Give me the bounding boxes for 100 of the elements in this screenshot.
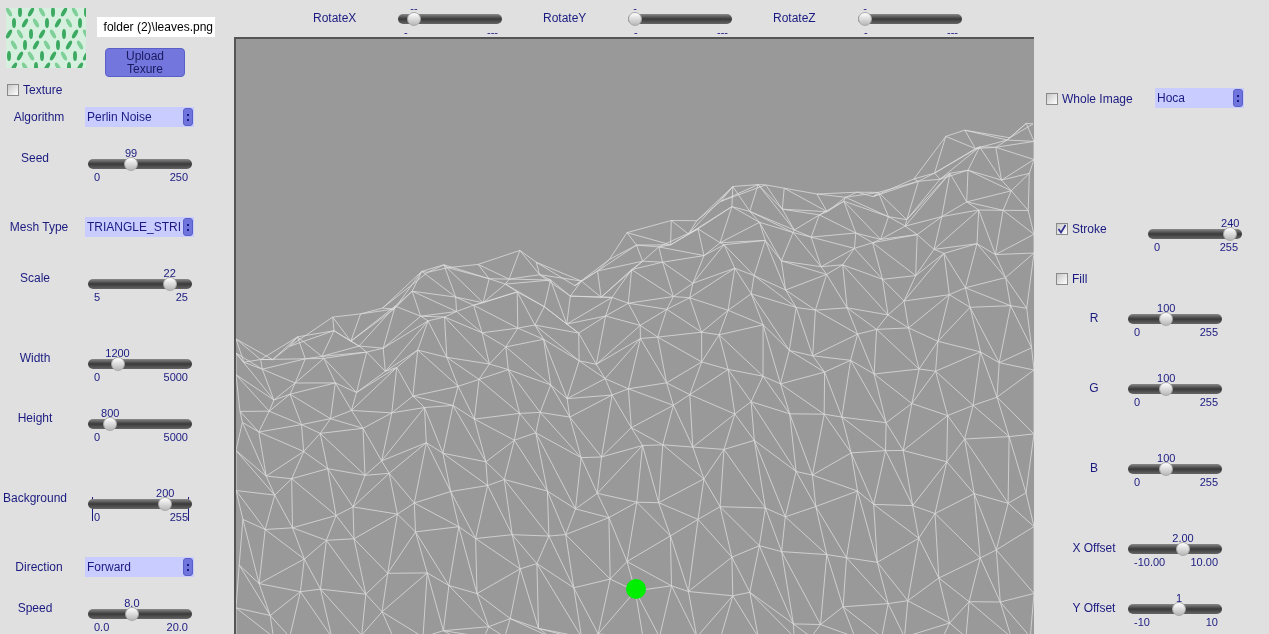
dropdown-dots-icon[interactable] <box>183 558 193 576</box>
slider-track[interactable] <box>88 419 192 429</box>
slider-max-label: 250 <box>169 171 188 183</box>
slider-min-label: -10.00 <box>1134 556 1166 568</box>
slider-max-label: 5000 <box>163 431 188 443</box>
dropdown-dots-icon[interactable] <box>183 108 193 126</box>
slider-thumb[interactable] <box>1159 312 1174 326</box>
slider-value: 1200 <box>105 347 130 359</box>
slider-track[interactable] <box>88 499 192 509</box>
slider-max-label: 10.00 <box>1190 556 1218 568</box>
slider-thumb[interactable] <box>124 157 138 171</box>
slider-thumb[interactable] <box>1172 602 1186 616</box>
slider-min-label: - <box>404 26 408 38</box>
slider-min-label: - <box>634 26 638 38</box>
slider-track[interactable] <box>1128 314 1222 324</box>
checkbox[interactable]: Stroke <box>1056 220 1107 238</box>
slider-min-label: 0 <box>94 371 101 383</box>
slider-value: 200 <box>156 487 175 499</box>
slider-thumb[interactable] <box>1223 227 1238 241</box>
slider-track[interactable] <box>88 609 192 619</box>
file-path-field[interactable]: folder (2)\leaves.png <box>97 17 215 37</box>
slider-max-label: 5000 <box>163 371 188 383</box>
control-label: RotateY <box>543 11 587 25</box>
slider-max-label: 255 <box>1199 326 1218 338</box>
dropdown-dots-icon[interactable] <box>1233 89 1243 107</box>
dropdown[interactable]: Perlin Noise <box>85 107 194 127</box>
slider-min-label: 5 <box>94 291 101 303</box>
upload-button[interactable]: Upload Texure <box>105 48 185 77</box>
slider-thumb[interactable] <box>858 12 872 26</box>
slider-max-label: 255 <box>169 511 188 523</box>
slider-max-label: 255 <box>1199 476 1218 488</box>
slider-thumb[interactable] <box>162 277 177 291</box>
control-label: Width <box>18 351 52 365</box>
slider-value: 100 <box>1157 302 1176 314</box>
slider-min-label: -10 <box>1134 616 1150 628</box>
control-label: Y Offset <box>1071 601 1117 615</box>
dropdown-dots-icon[interactable] <box>183 218 193 236</box>
slider-min-label: 0 <box>94 511 101 523</box>
slider-track[interactable] <box>858 14 962 24</box>
slider-thumb[interactable] <box>628 12 642 26</box>
control-label: Speed <box>16 601 54 615</box>
control-label: X Offset <box>1071 541 1117 555</box>
control-label: B <box>1089 461 1099 475</box>
control-label: Scale <box>19 271 51 285</box>
slider-max-label: 255 <box>1199 396 1218 408</box>
slider-value: 1 <box>1175 592 1183 604</box>
slider-value: 240 <box>1221 217 1240 229</box>
slider-min-label: 0 <box>94 431 101 443</box>
slider-min-label: - <box>864 26 868 38</box>
slider-max-label: --- <box>947 26 958 38</box>
control-label: Algorithm <box>12 110 66 124</box>
slider-track[interactable] <box>1128 384 1222 394</box>
slider-thumb[interactable] <box>110 357 125 371</box>
slider-value: - <box>633 2 637 14</box>
slider-min-label: 0 <box>1154 241 1161 253</box>
dropdown[interactable]: Hoca <box>1155 88 1244 108</box>
slider-thumb[interactable] <box>1176 542 1190 556</box>
marker-dot <box>626 579 646 599</box>
slider-track[interactable] <box>1148 229 1242 239</box>
slider-thumb[interactable] <box>124 607 139 621</box>
slider-thumb[interactable] <box>1159 382 1174 396</box>
slider-track[interactable] <box>88 159 192 169</box>
slider-value: 8.0 <box>124 597 140 609</box>
slider-track[interactable] <box>398 14 502 24</box>
control-label: Direction <box>14 560 64 574</box>
slider-value: 100 <box>1157 452 1176 464</box>
slider-max-label: 255 <box>1219 241 1238 253</box>
slider-thumb[interactable] <box>1159 462 1174 476</box>
slider-thumb[interactable] <box>158 497 173 511</box>
dropdown[interactable]: TRIANGLE_STRI <box>85 217 194 237</box>
control-label: RotateX <box>313 11 357 25</box>
slider-track[interactable] <box>88 359 192 369</box>
check-icon <box>1057 224 1067 234</box>
control-label: Seed <box>20 151 50 165</box>
slider-thumb[interactable] <box>103 417 118 431</box>
checkbox[interactable]: Texture <box>7 81 63 99</box>
slider-min-label: 0.0 <box>94 621 110 633</box>
control-label: Mesh Type <box>8 220 70 234</box>
slider-max-label: --- <box>717 26 728 38</box>
control-label: Height <box>16 411 54 425</box>
slider-track[interactable] <box>88 279 192 289</box>
slider-value: 22 <box>163 267 176 279</box>
slider-max-label: 25 <box>175 291 188 303</box>
checkbox[interactable]: Fill <box>1056 270 1088 288</box>
slider-track[interactable] <box>1128 604 1222 614</box>
checkbox[interactable]: Whole Image <box>1046 90 1133 108</box>
slider-max-label: --- <box>487 26 498 38</box>
slider-max-label: 10 <box>1205 616 1218 628</box>
slider-thumb[interactable] <box>407 12 421 26</box>
slider-track[interactable] <box>628 14 732 24</box>
slider-value: 800 <box>101 407 120 419</box>
control-label: G <box>1088 381 1100 395</box>
slider-min-label: 0 <box>1134 396 1141 408</box>
slider-min-label: 0 <box>1134 326 1141 338</box>
dropdown[interactable]: Forward <box>85 557 194 577</box>
slider-value: - <box>863 2 867 14</box>
slider-track[interactable] <box>1128 464 1222 474</box>
slider-value: 100 <box>1157 372 1176 384</box>
slider-track[interactable] <box>1128 544 1222 554</box>
slider-value: 99 <box>124 147 138 159</box>
